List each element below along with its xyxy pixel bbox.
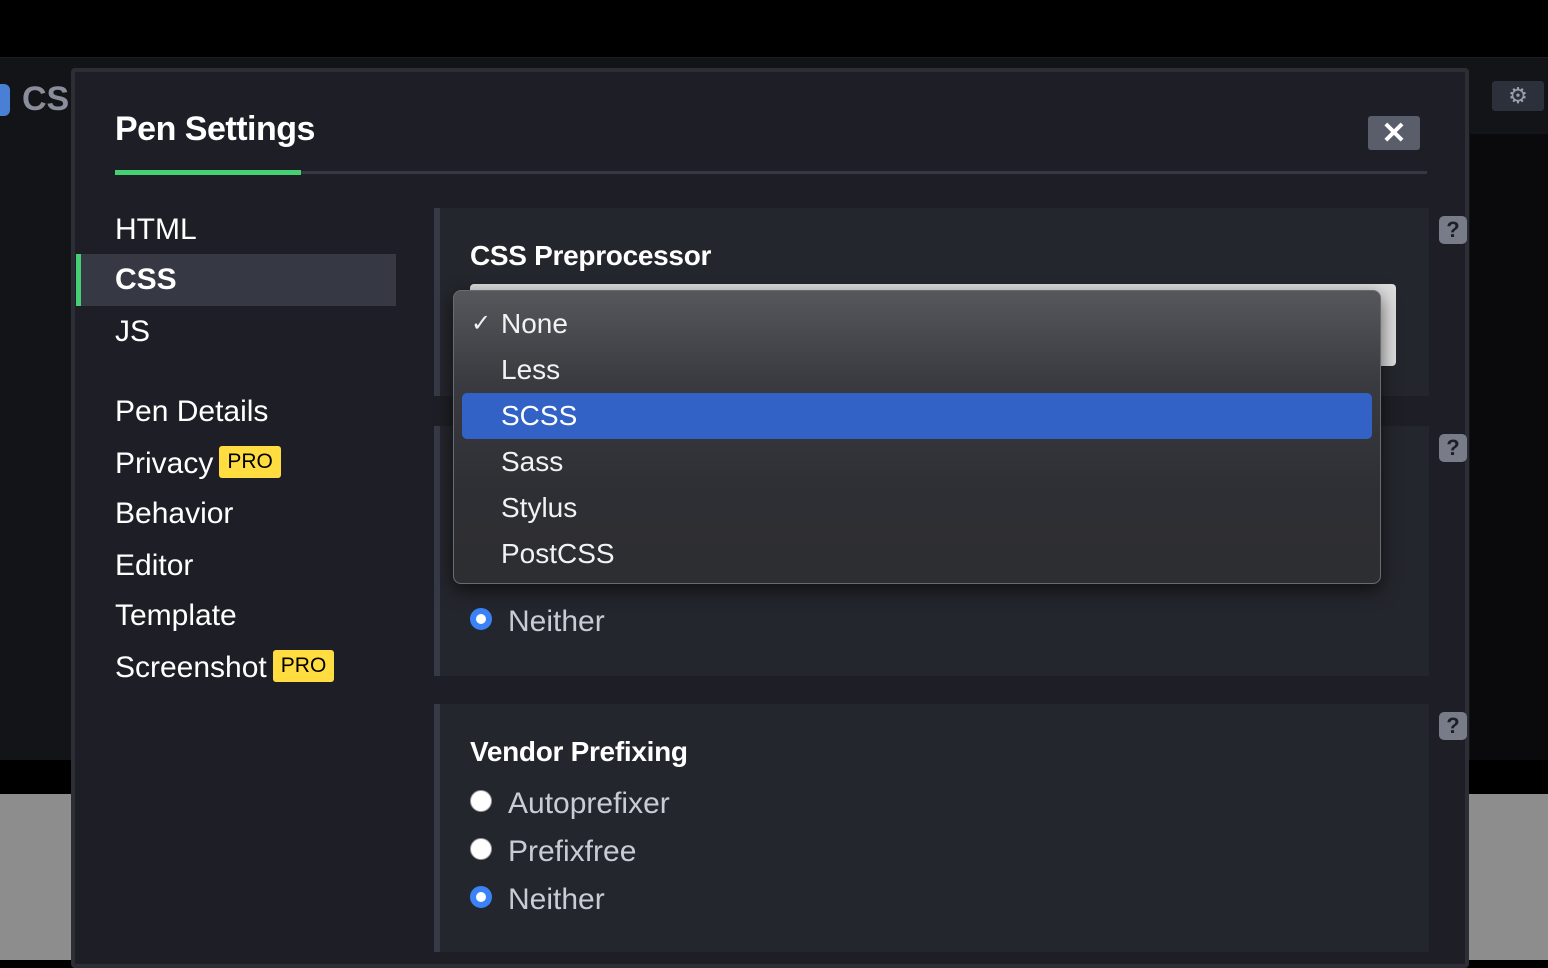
dropdown-option-scss[interactable]: SCSS <box>462 393 1372 439</box>
vendor-option-prefixfree[interactable]: Prefixfree <box>470 832 636 872</box>
dropdown-option-sass[interactable]: Sass <box>462 439 1372 485</box>
radio-label: Prefixfree <box>508 835 637 868</box>
dropdown-option-label: None <box>501 308 568 339</box>
sidebar-item-screenshot[interactable]: Screenshot PRO <box>115 644 335 692</box>
css-preprocessor-heading: CSS Preprocessor <box>470 240 712 271</box>
app-header <box>0 0 1548 58</box>
css-editor-tab-label: CSS <box>22 80 70 118</box>
css-base-option-neither[interactable]: Neither <box>470 602 605 642</box>
radio-button[interactable] <box>470 886 492 908</box>
checkmark-icon: ✓ <box>471 310 492 337</box>
close-icon: ✕ <box>1381 116 1407 150</box>
dropdown-option-stylus[interactable]: Stylus <box>462 485 1372 531</box>
dropdown-option-postcss[interactable]: PostCSS <box>462 531 1372 577</box>
sidebar-item-label: HTML <box>115 213 197 246</box>
vendor-prefixing-panel: Vendor Prefixing ? Autoprefixer Prefixfr… <box>434 704 1467 952</box>
sidebar-item-label: Pen Details <box>115 395 269 428</box>
sidebar-item-label: JS <box>115 315 151 348</box>
sidebar-item-html[interactable]: HTML <box>115 206 197 254</box>
sidebar-item-label: Editor <box>115 549 194 582</box>
vendor-option-neither[interactable]: Neither <box>470 880 605 920</box>
sidebar-item-css[interactable]: CSS <box>115 256 177 304</box>
sidebar-item-label: Template <box>115 599 237 632</box>
sidebar-item-pen-details[interactable]: Pen Details <box>115 388 268 436</box>
radio-label: Autoprefixer <box>508 787 670 820</box>
radio-button[interactable] <box>470 790 492 812</box>
dropdown-option-label: Stylus <box>501 492 578 523</box>
dropdown-option-label: Less <box>501 354 561 385</box>
sidebar-item-behavior[interactable]: Behavior <box>115 490 233 538</box>
radio-label: Neither <box>508 605 605 638</box>
css-editor-icon <box>0 84 10 116</box>
gear-icon[interactable]: ⚙ <box>1492 81 1544 111</box>
radio-button[interactable] <box>470 838 492 860</box>
sidebar-item-editor[interactable]: Editor <box>115 542 193 590</box>
dropdown-option-label: PostCSS <box>501 538 615 569</box>
dropdown-option-label: Sass <box>501 446 564 477</box>
modal-title: Pen Settings <box>115 110 315 148</box>
sidebar-item-label: Behavior <box>115 497 234 530</box>
radio-label: Neither <box>508 883 605 916</box>
pro-badge: PRO <box>272 650 335 683</box>
sidebar-item-label: Privacy <box>115 447 214 480</box>
help-icon[interactable]: ? <box>1439 712 1467 740</box>
sidebar-item-template[interactable]: Template <box>115 592 237 640</box>
pro-badge: PRO <box>219 446 281 479</box>
radio-button[interactable] <box>470 608 492 630</box>
dropdown-option-none[interactable]: ✓ None <box>462 301 1372 347</box>
title-underline-accent <box>115 170 301 175</box>
help-icon[interactable]: ? <box>1439 434 1467 462</box>
help-icon[interactable]: ? <box>1439 216 1467 244</box>
sidebar-item-label: Screenshot <box>115 651 267 684</box>
vendor-prefixing-heading: Vendor Prefixing <box>470 736 688 767</box>
vendor-option-autoprefixer[interactable]: Autoprefixer <box>470 784 670 824</box>
sidebar-item-label: CSS <box>115 263 177 296</box>
css-preprocessor-dropdown-menu: ✓ None Less SCSS Sass Stylus PostCSS <box>453 290 1381 584</box>
dropdown-option-less[interactable]: Less <box>462 347 1372 393</box>
dropdown-option-label: SCSS <box>501 400 578 431</box>
title-divider <box>115 171 1427 174</box>
editor-right-pane <box>1470 134 1548 760</box>
sidebar-item-privacy[interactable]: Privacy PRO <box>115 440 281 488</box>
close-button[interactable]: ✕ <box>1368 116 1420 150</box>
sidebar-item-js[interactable]: JS <box>115 308 150 356</box>
